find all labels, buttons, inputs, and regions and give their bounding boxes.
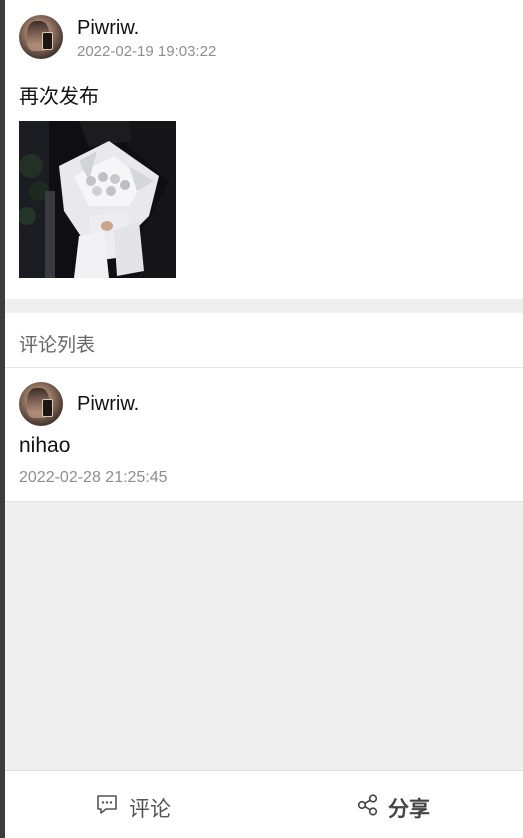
post-text: 再次发布 <box>19 86 99 108</box>
comment-item: Piwriw. nihao 2022-02-28 21:25:45 <box>5 368 523 502</box>
post-card: Piwriw. 2022-02-19 19:03:22 再次发布 <box>5 0 523 299</box>
comment-text: nihao <box>19 434 71 457</box>
comment-bubble-icon <box>97 795 117 814</box>
comment-username[interactable]: Piwriw. <box>77 393 139 416</box>
post-photo[interactable] <box>19 121 176 278</box>
comment-list-title: 评论列表 <box>19 335 96 356</box>
comment-button[interactable]: 评论 <box>5 771 264 838</box>
post-timestamp: 2022-02-19 19:03:22 <box>77 43 217 60</box>
share-button[interactable]: 分享 <box>264 771 523 838</box>
share-button-label: 分享 <box>388 798 430 821</box>
share-icon <box>357 794 378 816</box>
bouquet-photo-illustration <box>19 121 176 278</box>
comment-timestamp: 2022-02-28 21:25:45 <box>19 469 168 486</box>
comment-button-label: 评论 <box>129 798 171 821</box>
avatar-phone <box>42 32 53 50</box>
comment-section: 评论列表 Piwriw. nihao 2022-02-28 21:25:45 <box>5 313 523 502</box>
avatar[interactable] <box>19 15 63 59</box>
avatar[interactable] <box>19 382 63 426</box>
avatar-phone <box>42 399 53 417</box>
post-username[interactable]: Piwriw. <box>77 17 139 40</box>
bottom-action-bar: 评论 分享 <box>5 770 523 838</box>
comment-list-header: 评论列表 <box>5 313 523 368</box>
